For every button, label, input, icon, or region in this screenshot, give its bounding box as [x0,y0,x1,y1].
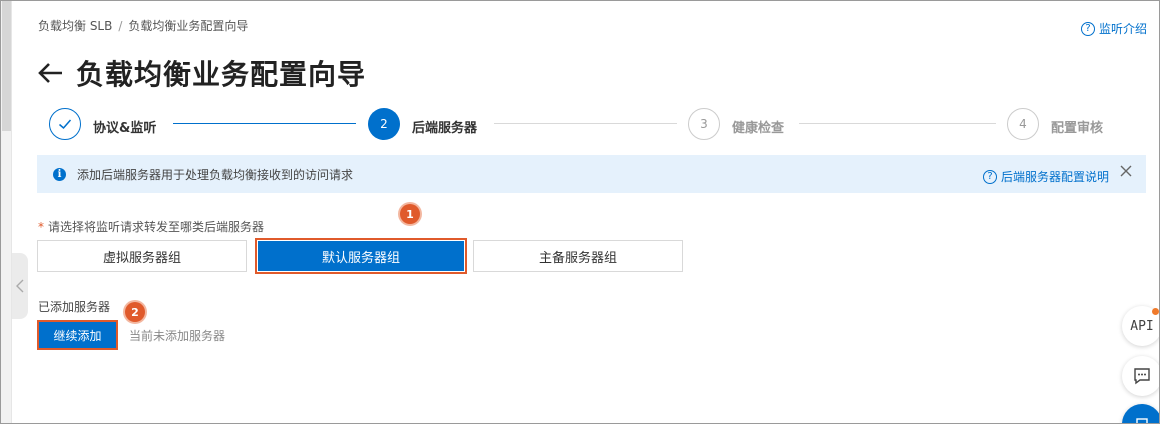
question-icon: ? [982,169,997,184]
support-button[interactable] [1122,404,1159,423]
server-group-label: * 请选择将监听请求转发至哪类后端服务器 [38,218,264,235]
sidebar-collapse-toggle[interactable] [12,253,28,319]
info-alert: i 添加后端服务器用于处理负载均衡接收到的访问请求 ? 后端服务器配置说明 [37,155,1146,193]
question-icon: ? [1080,21,1095,36]
api-label: API [1130,318,1154,334]
step-3-number: 3 [700,117,708,131]
chat-icon [1134,368,1150,385]
scrollbar-thumb[interactable] [2,1,11,131]
support-icon [1136,418,1148,423]
step-connector-1 [173,123,356,124]
info-icon: i [53,167,66,181]
step-2-number: 2 [380,117,388,131]
annotation-marker-1: 1 [400,204,420,224]
step-connector-2 [494,123,677,124]
breadcrumb-item-slb[interactable]: 负载均衡 SLB [38,19,112,33]
alert-text: 添加后端服务器用于处理负载均衡接收到的访问请求 [77,167,354,182]
option-primary-backup-server-group[interactable]: 主备服务器组 [473,240,683,272]
step-3-circle: 3 [688,108,720,140]
step-connector-3 [799,123,996,124]
option-virtual-server-group[interactable]: 虚拟服务器组 [37,240,247,272]
added-servers-label: 已添加服务器 [38,300,111,314]
step-4-number: 4 [1019,117,1027,131]
backend-help-link[interactable]: ? 后端服务器配置说明 [982,168,1109,185]
breadcrumb: 负载均衡 SLB / 负载均衡业务配置向导 [38,17,248,34]
required-mark: * [38,220,44,234]
backend-help-label: 后端服务器配置说明 [1000,170,1109,184]
chevron-left-icon [16,279,24,293]
breadcrumb-item-wizard: 负载均衡业务配置向导 [128,19,249,33]
page-title: 负载均衡业务配置向导 [76,58,367,91]
continue-add-button[interactable]: 继续添加 [37,320,118,350]
close-icon[interactable] [1118,163,1134,179]
step-2-label: 后端服务器 [412,121,478,136]
page-frame: 负载均衡 SLB / 负载均衡业务配置向导 ? 监听介绍 负载均衡业务配置向导 协议… [0,0,1160,424]
arrow-left-icon[interactable] [36,61,64,85]
step-2-circle: 2 [368,108,400,140]
check-icon [59,119,72,130]
listener-help-link[interactable]: ? 监听介绍 [1080,20,1147,37]
step-1-label: 协议&监听 [93,121,157,136]
title-bar: 负载均衡业务配置向导 [36,53,366,93]
breadcrumb-separator: / [118,19,123,33]
annotation-marker-2: 2 [125,302,145,322]
server-group-label-text: 请选择将监听请求转发至哪类后端服务器 [48,220,265,234]
option-default-server-group[interactable]: 默认服务器组 [255,238,467,274]
chat-button[interactable] [1122,356,1159,396]
step-4-circle: 4 [1007,108,1039,140]
step-3-label: 健康检查 [732,121,785,136]
empty-servers-text: 当前未添加服务器 [129,329,226,343]
left-scrollbar[interactable] [1,1,12,423]
listener-help-label: 监听介绍 [1098,22,1147,36]
notification-dot [1152,308,1159,315]
step-4-label: 配置审核 [1051,121,1104,136]
step-1-circle [49,108,81,140]
